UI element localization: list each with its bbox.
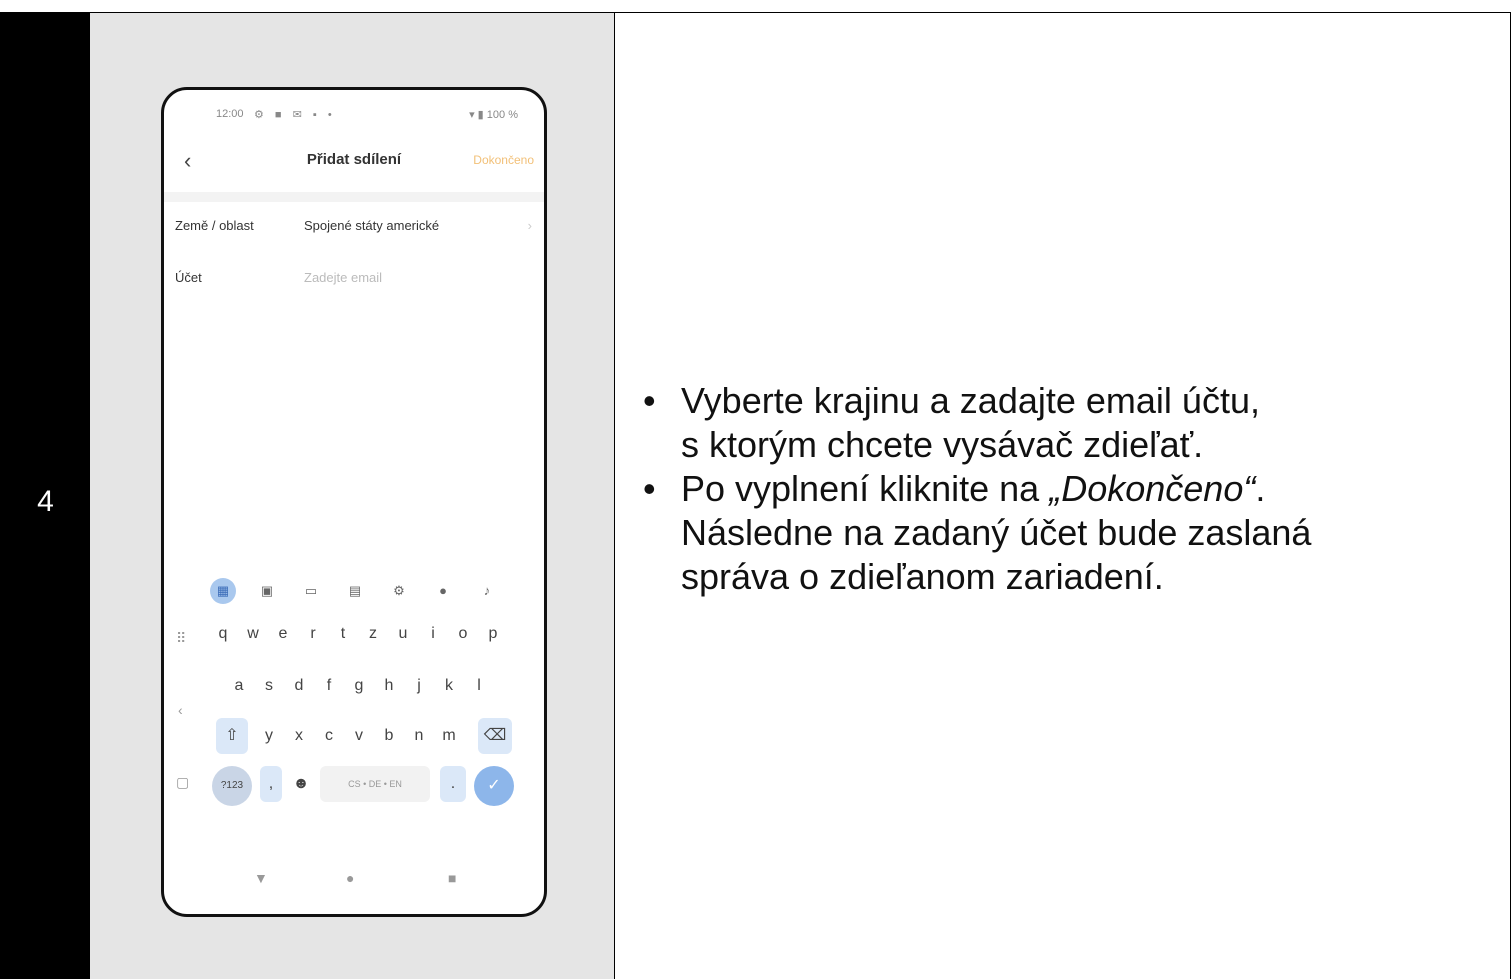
- key-l[interactable]: l: [466, 668, 492, 704]
- key-d[interactable]: d: [286, 668, 312, 704]
- grid-icon[interactable]: ▦: [210, 578, 236, 604]
- key-g[interactable]: g: [346, 668, 372, 704]
- account-label: Účet: [175, 270, 202, 285]
- key-m[interactable]: m: [436, 718, 462, 754]
- key-i[interactable]: i: [420, 616, 446, 652]
- status-icons: ⚙ ■ ✉ ▪ •: [254, 109, 336, 121]
- key-z[interactable]: z: [360, 616, 386, 652]
- chevron-right-icon: ›: [527, 218, 532, 233]
- nav-recents-icon[interactable]: ■: [448, 870, 456, 886]
- nav-back-icon[interactable]: ▼: [254, 870, 268, 886]
- key-row-4: ▢ ?123 , ☻ CS • DE • EN . ✓: [164, 766, 544, 806]
- country-value: Spojené státy americké: [304, 218, 440, 233]
- country-label: Země / oblast: [175, 218, 254, 233]
- instructions-column: Vyberte krajinu a zadajte email účtu, s …: [615, 13, 1510, 979]
- key-k[interactable]: k: [436, 668, 462, 704]
- backspace-icon[interactable]: ⌫: [478, 718, 512, 754]
- step-column: 4: [1, 13, 90, 979]
- status-time: 12:00: [216, 108, 244, 120]
- phone-mockup: 12:00 ⚙ ■ ✉ ▪ • ▾ ▮ 100 % ‹ Přidat sdíle…: [161, 87, 547, 917]
- country-row[interactable]: Země / oblast Spojené státy americké ›: [164, 218, 544, 242]
- app-bar: ‹ Přidat sdílení Dokončeno: [164, 148, 544, 178]
- key-f[interactable]: f: [316, 668, 342, 704]
- done-button[interactable]: Dokončeno: [473, 153, 534, 167]
- instruction-1-line-2: s ktorým chcete vysávač zdieľať.: [681, 424, 1204, 465]
- key-o[interactable]: o: [450, 616, 476, 652]
- key-row-2: asdfghjkl: [164, 668, 544, 706]
- comma-key[interactable]: ,: [260, 766, 282, 802]
- shift-icon[interactable]: ⇧: [216, 718, 248, 754]
- instruction-2-line-2: Následne na zadaný účet bude zaslaná: [681, 512, 1312, 553]
- key-a[interactable]: a: [226, 668, 252, 704]
- settings-icon[interactable]: ⚙: [386, 578, 412, 604]
- key-row-3: ⇧ ⌫ yxcvbnm: [164, 718, 544, 756]
- key-b[interactable]: b: [376, 718, 402, 754]
- key-h[interactable]: h: [376, 668, 402, 704]
- enter-check-icon[interactable]: ✓: [474, 766, 514, 806]
- instruction-2-line-3: správa o zdieľanom zariadení.: [681, 556, 1164, 597]
- key-p[interactable]: p: [480, 616, 506, 652]
- keyboard-toolbar: ▦ ▣ ▭ ▤ ⚙ ● ♪: [164, 578, 544, 608]
- key-e[interactable]: e: [270, 616, 296, 652]
- screenshot-column: 12:00 ⚙ ■ ✉ ▪ • ▾ ▮ 100 % ‹ Přidat sdíle…: [90, 13, 615, 979]
- key-t[interactable]: t: [330, 616, 356, 652]
- instruction-2-pre: Po vyplnení kliknite na: [681, 468, 1050, 509]
- key-q[interactable]: q: [210, 616, 236, 652]
- keyboard: ▦ ▣ ▭ ▤ ⚙ ● ♪ ⠿ qwertzuiop asdfghjkl ‹ ⇧…: [164, 578, 544, 823]
- clipboard-icon[interactable]: ▤: [342, 578, 368, 604]
- space-key[interactable]: CS • DE • EN: [320, 766, 430, 802]
- status-bar: 12:00 ⚙ ■ ✉ ▪ • ▾ ▮ 100 %: [164, 108, 544, 128]
- account-row[interactable]: Účet Zadejte email: [164, 270, 544, 294]
- instruction-2-post: .: [1255, 468, 1266, 509]
- instruction-item-2: Po vyplnení kliknite na „Dokončeno“. Nás…: [639, 467, 1499, 599]
- battery-level: 100 %: [486, 109, 518, 121]
- key-c[interactable]: c: [316, 718, 342, 754]
- mode-key[interactable]: ?123: [212, 766, 252, 806]
- key-v[interactable]: v: [346, 718, 372, 754]
- gif-icon[interactable]: ▭: [298, 578, 324, 604]
- instruction-list: Vyberte krajinu a zadajte email účtu, s …: [639, 379, 1499, 599]
- key-n[interactable]: n: [406, 718, 432, 754]
- key-r[interactable]: r: [300, 616, 326, 652]
- nav-home-icon[interactable]: ●: [346, 870, 354, 886]
- instruction-frame: 4 12:00 ⚙ ■ ✉ ▪ • ▾ ▮ 100 % ‹ Přidat sdí…: [0, 12, 1511, 979]
- floating-keyboard-icon[interactable]: ▢: [176, 774, 189, 791]
- microphone-icon[interactable]: ♪: [474, 578, 500, 604]
- key-y[interactable]: y: [256, 718, 282, 754]
- key-u[interactable]: u: [390, 616, 416, 652]
- instruction-1-line-1: Vyberte krajinu a zadajte email účtu,: [681, 380, 1260, 421]
- key-j[interactable]: j: [406, 668, 432, 704]
- key-x[interactable]: x: [286, 718, 312, 754]
- key-s[interactable]: s: [256, 668, 282, 704]
- palette-icon[interactable]: ●: [430, 578, 456, 604]
- emoji-icon[interactable]: ☻: [288, 766, 314, 802]
- section-divider: [164, 192, 544, 202]
- instruction-2-done-ref: „Dokončeno“: [1049, 468, 1256, 509]
- navigation-bar: ▼ ● ■: [164, 870, 544, 894]
- collapse-left-icon[interactable]: ‹: [178, 702, 183, 718]
- period-key[interactable]: .: [440, 766, 466, 802]
- instruction-item-1: Vyberte krajinu a zadajte email účtu, s …: [639, 379, 1499, 467]
- account-input[interactable]: Zadejte email: [304, 270, 382, 285]
- step-number: 4: [37, 485, 54, 518]
- status-battery: ▾ ▮ 100 %: [469, 109, 518, 121]
- key-w[interactable]: w: [240, 616, 266, 652]
- key-row-1: qwertzuiop: [164, 616, 544, 654]
- sticker-icon[interactable]: ▣: [254, 578, 280, 604]
